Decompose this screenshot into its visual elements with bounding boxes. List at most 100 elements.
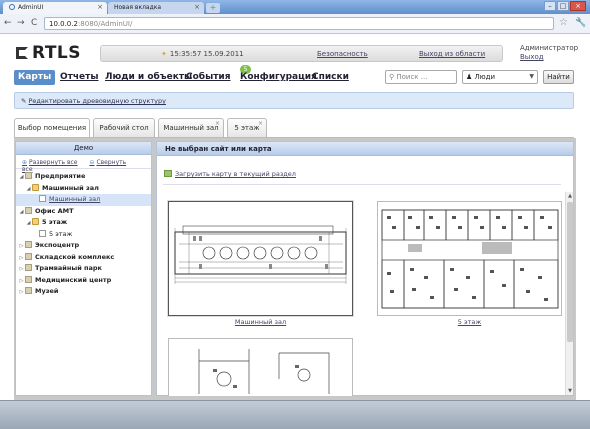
machine-room-floorplan [174,225,347,284]
building-icon [25,172,32,179]
upload-map-link[interactable]: Загрузить карту в текущий раздел [164,170,296,178]
close-tab-icon[interactable]: × [194,3,200,11]
map-label-machine-room[interactable]: Машинный зал [168,318,353,326]
filter-select[interactable]: ♟ Люди ▼ [462,70,538,84]
bookmark-star-icon[interactable]: ☆ [559,17,568,28]
tree-node-machine-room-floor[interactable]: ◢ Машинный зал [16,183,151,195]
person-icon: ♟ [466,73,475,81]
reload-icon[interactable]: C [31,18,37,28]
close-tab-icon[interactable]: × [215,120,220,127]
nav-reports[interactable]: Отчеты [60,70,99,85]
page-icon [9,4,15,10]
map-thumbnail-partial[interactable] [168,338,353,396]
tree-actions: ⊕ Развернуть все ⊖ Свернуть все [16,155,151,173]
close-window-button[interactable]: × [570,1,586,11]
scrollbar-thumb[interactable] [567,202,573,342]
security-link[interactable]: Безопасность [317,50,368,58]
expand-icon: ⊕ [22,159,28,166]
tree-node-enterprise[interactable]: ◢ Предприятие [16,171,151,183]
maps-panel-title: Не выбран сайт или карта [157,142,573,156]
nav-lists[interactable]: Списки [312,70,349,85]
floor-icon [32,183,39,191]
upload-map-icon [164,170,172,177]
user-info: Администратор Выход [520,44,578,62]
upload-map-label: Загрузить карту в текущий раздел [175,170,296,178]
datetime-text: 15:35:57 15.09.2011 [169,50,244,58]
url-host: 10.0.0.2 [49,20,78,28]
tree-edit-icon: ✎ [21,97,29,105]
logo-text: RTLS [32,43,81,63]
tree-node-tram-depot[interactable]: ▷ Трамвайный парк [16,263,151,275]
user-name: Администратор [520,44,579,52]
logo: RTLS [16,43,81,63]
expand-all-link[interactable]: ⊕ Развернуть все [22,159,78,166]
maps-scrollbar[interactable]: ▲ ▼ [565,192,573,395]
nav-people-objects[interactable]: Люди и объекты [105,70,192,85]
footer-bar [0,400,590,429]
new-tab-button[interactable]: + [206,3,220,13]
window-controls: – □ × [543,1,586,11]
tree-node-museum[interactable]: ▷ Музей [16,286,151,298]
partial-floorplan [198,349,330,394]
forward-icon[interactable]: → [17,18,25,28]
building-icon [25,264,32,271]
tab-floor-5[interactable]: 5 этаж × [227,118,267,137]
nav-maps[interactable]: Карты [14,70,56,85]
wrench-icon[interactable]: 🔧 [575,18,586,28]
building-icon [25,206,32,214]
tree-node-floor-5-map[interactable]: 5 этаж [16,229,151,241]
maximize-button[interactable]: □ [557,1,569,11]
clock-icon: ✦ [161,50,167,58]
tab-room-select[interactable]: Выбор помещения [14,118,90,138]
floor-5-floorplan [381,209,559,309]
logo-mark-icon [16,47,28,59]
map-icon [39,229,46,237]
tab-label: Выбор помещения [17,124,87,132]
url-path: :8080/AdminUI/ [77,20,133,28]
minimize-button[interactable]: – [544,1,556,11]
search-input[interactable]: ⚲ Поиск ... [385,70,457,84]
tree-node-warehouse[interactable]: ▷ Складской комплекс [16,252,151,264]
logout-link[interactable]: Выход [520,53,578,62]
tab-desktop[interactable]: Рабочий стол [93,118,155,137]
edit-tree-link[interactable]: Редактировать древовидную структуру [29,97,166,105]
nav-configuration[interactable]: Конфигурация [240,70,317,85]
toolbar-divider [163,184,561,185]
building-icon [25,252,32,260]
scroll-up-icon[interactable]: ▲ [566,193,574,199]
close-tab-icon[interactable]: × [97,3,103,11]
find-button[interactable]: Найти [543,70,574,84]
back-icon[interactable]: ← [4,18,12,28]
building-icon [25,275,32,283]
browser-tab-label: AdminUI [18,4,44,11]
tab-label: Машинный зал [163,124,219,132]
maps-panel: Не выбран сайт или карта Загрузить карту… [156,141,574,396]
map-thumbnail-floor-5[interactable] [377,201,562,316]
logout-area-link[interactable]: Выход из области [419,50,485,58]
tree-node-machine-room-map[interactable]: Машинный зал [16,194,151,206]
tab-label: Рабочий стол [99,124,149,132]
tree-node-expocenter[interactable]: ▷ Экспоцентр [16,240,151,252]
tree: ◢ Предприятие ◢ Машинный зал Машинный зал … [16,169,151,298]
filter-value: Люди [474,73,496,81]
browser-tab-adminui[interactable]: AdminUI × [3,2,107,14]
expand-all-label: Развернуть все [29,159,78,166]
tree-node-floor-5[interactable]: ◢ 5 этаж [16,217,151,229]
status-bar: ✦ 15:35:57 15.09.2011 Безопасность Выход … [100,45,503,62]
scroll-down-icon[interactable]: ▼ [566,388,574,394]
tree-node-medical-center[interactable]: ▷ Медицинский центр [16,275,151,287]
tab-machine-room[interactable]: Машинный зал × [158,118,224,137]
floor-icon [32,218,39,225]
map-thumbnail-machine-room[interactable] [168,201,353,316]
map-label-floor-5[interactable]: 5 этаж [377,318,562,326]
close-tab-icon[interactable]: × [258,120,263,127]
building-icon [25,241,32,248]
collapsed-arrow-icon[interactable]: ▷ [18,287,25,299]
nav-events[interactable]: События [186,70,231,85]
browser-tab-label: Новая вкладка [114,4,162,11]
browser-titlebar: AdminUI × Новая вкладка × + – □ × [0,0,590,14]
browser-tab-new[interactable]: Новая вкладка × [108,2,204,14]
tree-panel-title: Демо [16,142,151,155]
tree-node-office-amt[interactable]: ◢ Офис АМТ [16,206,151,218]
url-input[interactable]: 10.0.0.2:8080/AdminUI/ [44,17,554,30]
